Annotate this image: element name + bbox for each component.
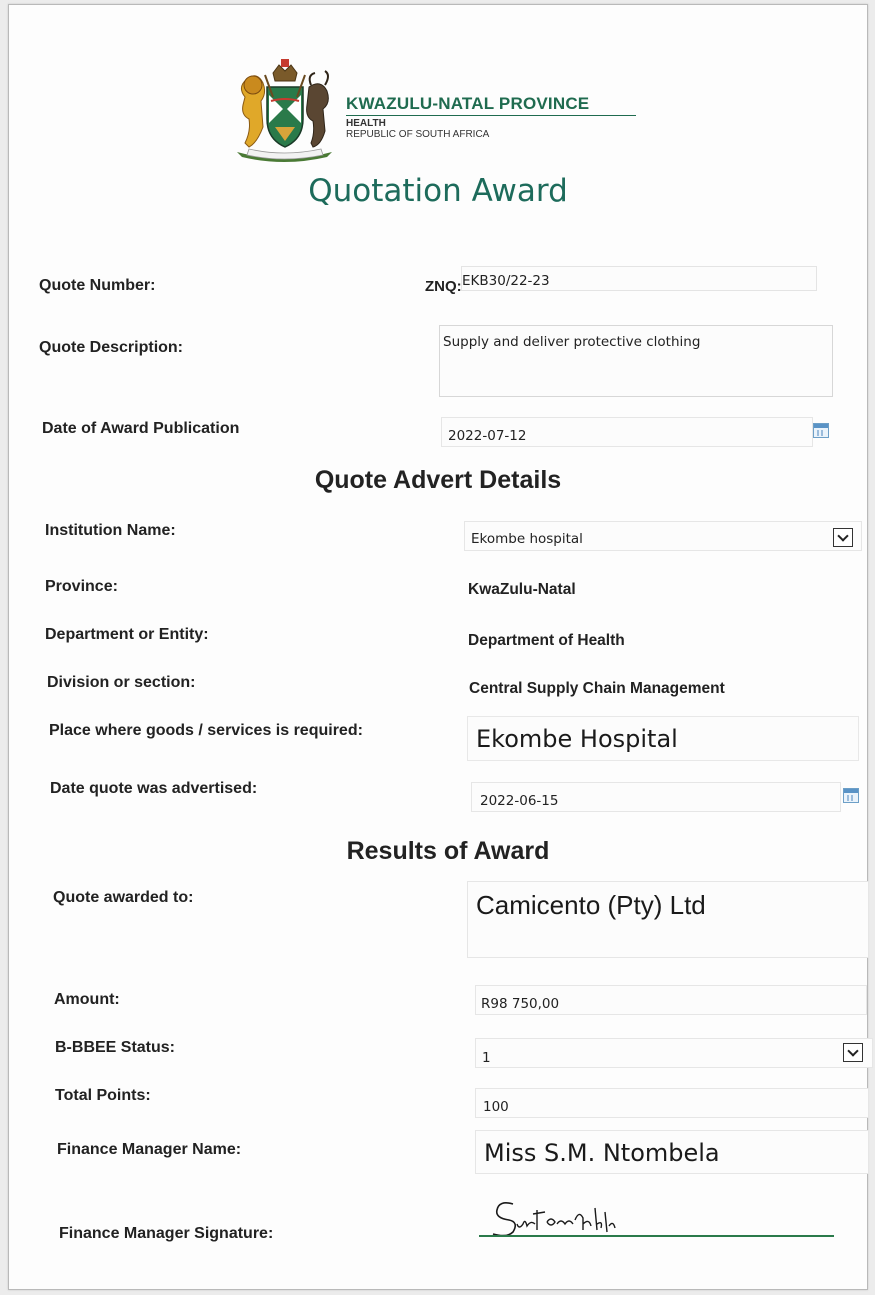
division-value: Central Supply Chain Management <box>469 680 725 697</box>
province-label: Province: <box>45 578 118 595</box>
department-label: Department or Entity: <box>45 626 209 643</box>
quote-description-value: Supply and deliver protective clothing <box>443 334 701 350</box>
coat-of-arms-logo <box>227 57 342 165</box>
awarded-to-label: Quote awarded to: <box>53 889 194 906</box>
fm-name-value: Miss S.M. Ntombela <box>484 1139 720 1167</box>
division-label: Division or section: <box>47 674 196 691</box>
handwritten-signature <box>479 1190 659 1240</box>
total-points-value: 100 <box>483 1099 509 1115</box>
quote-number-value: EKB30/22-23 <box>462 273 550 289</box>
fm-name-label: Finance Manager Name: <box>57 1141 242 1158</box>
place-value: Ekombe Hospital <box>476 725 678 753</box>
bbbee-value: 1 <box>482 1050 491 1066</box>
country-name: REPUBLIC OF SOUTH AFRICA <box>346 129 490 140</box>
institution-value: Ekombe hospital <box>471 531 583 547</box>
advertised-date-input[interactable]: 2022-06-15 <box>471 782 841 812</box>
advertised-date-label: Date quote was advertised: <box>50 780 258 797</box>
place-input[interactable]: Ekombe Hospital <box>467 716 859 761</box>
advertised-date-calendar-icon[interactable] <box>843 788 859 803</box>
advertised-date-value: 2022-06-15 <box>480 793 559 809</box>
province-value: KwaZulu-Natal <box>468 581 576 598</box>
province-name: KWAZULU-NATAL PROVINCE <box>346 94 590 113</box>
amount-input[interactable]: R98 750,00 <box>475 985 867 1015</box>
total-points-label: Total Points: <box>55 1087 151 1104</box>
award-date-input[interactable]: 2022-07-12 <box>441 417 813 447</box>
bbbee-select[interactable]: 1 <box>475 1038 873 1068</box>
quote-number-label: Quote Number: <box>39 277 156 294</box>
department-value: Department of Health <box>468 632 625 649</box>
department-name: HEALTH <box>346 118 386 129</box>
quote-description-input[interactable]: Supply and deliver protective clothing <box>439 325 833 397</box>
fm-name-input[interactable]: Miss S.M. Ntombela <box>475 1130 869 1174</box>
award-date-value: 2022-07-12 <box>448 428 527 444</box>
institution-chevron-down-icon[interactable] <box>833 528 853 547</box>
amount-value: R98 750,00 <box>481 996 560 1012</box>
document-page: KWAZULU-NATAL PROVINCE HEALTH REPUBLIC O… <box>8 4 873 1290</box>
signature-line <box>479 1235 834 1237</box>
header-divider <box>346 115 636 116</box>
total-points-input[interactable]: 100 <box>475 1088 869 1118</box>
page-title: Quotation Award <box>308 173 568 209</box>
fm-signature-label: Finance Manager Signature: <box>59 1225 274 1242</box>
institution-select[interactable]: Ekombe hospital <box>464 521 862 551</box>
institution-label: Institution Name: <box>45 522 176 539</box>
quote-number-input[interactable]: EKB30/22-23 <box>461 266 817 291</box>
place-label: Place where goods / services is required… <box>49 722 363 739</box>
award-date-calendar-icon[interactable] <box>813 423 829 438</box>
award-date-label: Date of Award Publication <box>42 420 240 437</box>
bbbee-chevron-down-icon[interactable] <box>843 1043 863 1062</box>
bbbee-label: B-BBEE Status: <box>55 1039 176 1056</box>
awarded-to-value: Camicento (Pty) Ltd <box>476 890 706 920</box>
quote-number-prefix: ZNQ: <box>425 278 462 295</box>
awarded-to-input[interactable]: Camicento (Pty) Ltd <box>467 881 869 958</box>
amount-label: Amount: <box>54 991 120 1008</box>
advert-details-heading: Quote Advert Details <box>314 466 562 494</box>
quote-description-label: Quote Description: <box>39 339 184 356</box>
results-heading: Results of Award <box>346 837 550 865</box>
